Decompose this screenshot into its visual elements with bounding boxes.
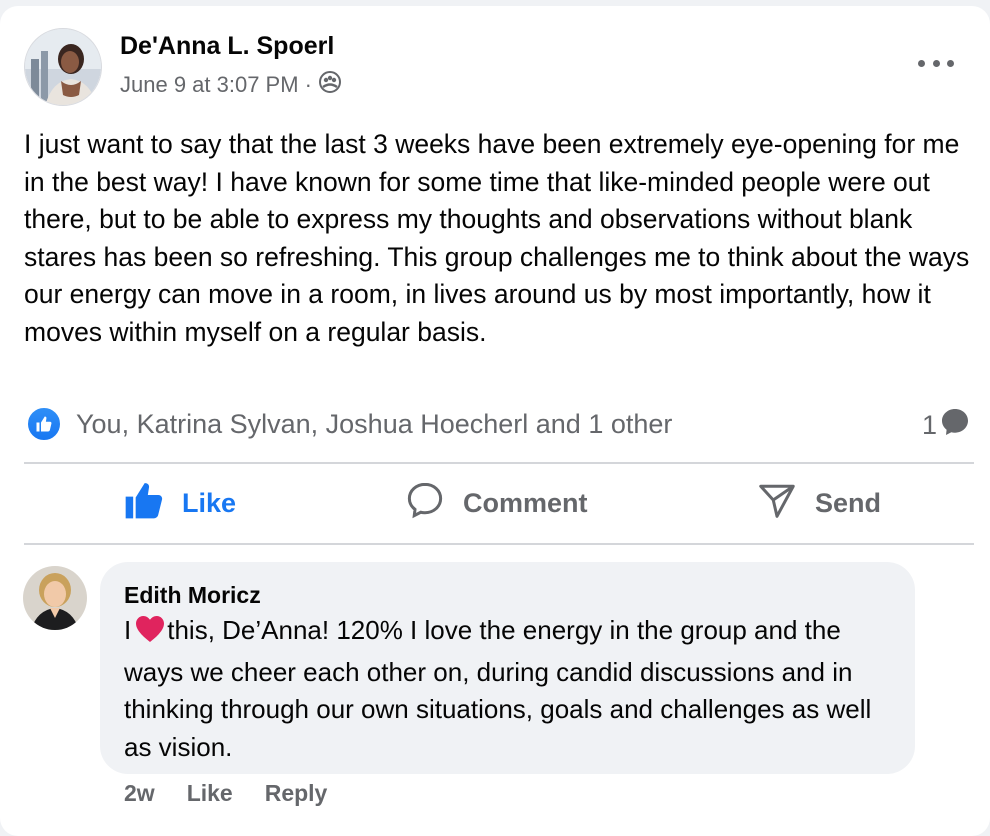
more-options-button[interactable] (918, 50, 954, 76)
comment-icon (405, 480, 463, 527)
like-label: Like (182, 488, 237, 518)
comment-count[interactable]: 1 (922, 406, 971, 445)
more-horizontal-icon (918, 59, 925, 67)
send-button[interactable]: Send (757, 480, 881, 527)
post-timestamp[interactable]: June 9 at 3:07 PM (120, 72, 299, 98)
comment-bubble-icon (939, 406, 971, 445)
divider-top (24, 462, 974, 464)
like-reaction-icon (26, 406, 62, 442)
send-icon (757, 480, 815, 527)
comment-actions: 2w Like Reply (124, 780, 327, 807)
comment-reply-button[interactable]: Reply (265, 780, 328, 807)
more-dot (932, 59, 940, 67)
group-audience-icon (318, 70, 342, 100)
comment-text: Ithis, De’Anna! 120% I love the energy i… (124, 612, 894, 766)
red-heart-icon (135, 615, 165, 654)
comment-text-rest: this, De’Anna! 120% I love the energy in… (124, 615, 872, 762)
post-meta: June 9 at 3:07 PM · (120, 70, 342, 100)
thumbs-up-icon (124, 480, 182, 527)
comment-author-avatar[interactable] (23, 566, 87, 630)
post-author-name[interactable]: De'Anna L. Spoerl (120, 32, 334, 61)
reactions-names: You, Katrina Sylvan, Joshua Hoecherl and… (76, 408, 673, 439)
meta-separator: · (304, 72, 312, 97)
comment-author-name[interactable]: Edith Moricz (124, 582, 261, 609)
more-dot (947, 59, 954, 67)
post-body-text: I just want to say that the last 3 weeks… (24, 129, 970, 347)
like-button[interactable]: Like (124, 480, 236, 527)
comment-like-button[interactable]: Like (187, 780, 233, 807)
reactions-summary[interactable]: You, Katrina Sylvan, Joshua Hoecherl and… (26, 406, 672, 442)
comment-button[interactable]: Comment (405, 480, 588, 527)
send-label: Send (815, 488, 882, 518)
comment-label: Comment (463, 488, 588, 518)
comment-text-start: I (124, 615, 132, 645)
post-author-avatar[interactable] (24, 28, 102, 106)
divider-bottom (24, 543, 974, 545)
comment-count-value: 1 (922, 410, 938, 440)
comment-age[interactable]: 2w (124, 780, 155, 807)
